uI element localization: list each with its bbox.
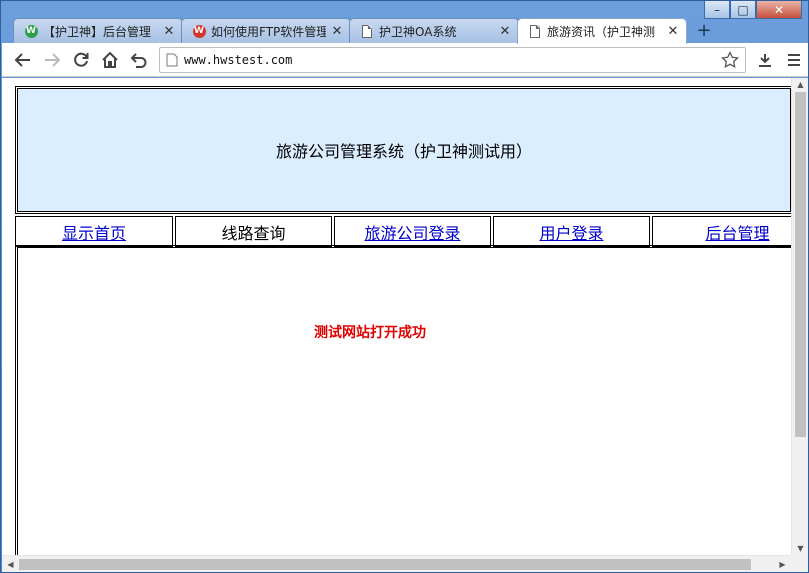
browser-window: – □ ✕ W 【护卫神】后台管理 ✕ W 如何使用FTP软件管理 ✕ 护卫神O…	[0, 0, 809, 573]
web-page: 旅游公司管理系统（护卫神测试用） 显示首页 线路查询 旅游公司登录 用户登录 后…	[15, 86, 793, 247]
maximize-button[interactable]: □	[730, 1, 756, 19]
shield-icon: W	[24, 24, 38, 38]
forward-button[interactable]	[37, 45, 66, 75]
tab-title: 如何使用FTP软件管理	[211, 24, 326, 39]
scroll-right-icon[interactable]: ▶	[774, 556, 791, 572]
close-tab-icon[interactable]: ✕	[498, 24, 512, 39]
nav-item-home: 显示首页	[15, 216, 173, 247]
url-text[interactable]: www.hwstest.com	[184, 53, 721, 67]
document-icon	[528, 25, 542, 39]
home-button[interactable]	[95, 45, 124, 75]
horizontal-scrollbar[interactable]: ◀ ▶	[2, 555, 791, 572]
undo-close-button[interactable]	[124, 45, 153, 75]
download-button[interactable]	[750, 45, 779, 75]
vertical-scroll-thumb[interactable]	[795, 92, 806, 437]
nav-item-user-login: 用户登录	[493, 216, 650, 247]
nav-item-company-login: 旅游公司登录	[334, 216, 491, 247]
scroll-left-icon[interactable]: ◀	[2, 556, 19, 572]
vertical-scrollbar[interactable]: ▲ ▼	[791, 78, 808, 555]
nav-item-admin: 后台管理	[652, 216, 793, 247]
tab-admin[interactable]: W 【护卫神】后台管理 ✕	[13, 18, 183, 43]
tab-oa-system[interactable]: 护卫神OA系统 ✕	[349, 18, 519, 43]
menu-button[interactable]	[779, 45, 808, 75]
header-table: 旅游公司管理系统（护卫神测试用）	[15, 86, 793, 214]
nav-item-route-search: 线路查询	[175, 216, 332, 247]
reload-button[interactable]	[66, 45, 95, 75]
arrow-right-icon	[44, 52, 60, 67]
download-icon	[758, 53, 771, 67]
tab-title: 【护卫神】后台管理	[43, 24, 152, 39]
horizontal-scroll-thumb[interactable]	[19, 559, 751, 570]
tab-travel-news[interactable]: 旅游资讯（护卫神测 ✕	[517, 18, 687, 44]
nav-bar: 显示首页 线路查询 旅游公司登录 用户登录 后台管理	[15, 216, 793, 247]
hamburger-icon	[787, 53, 800, 66]
address-bar[interactable]: www.hwstest.com	[159, 46, 746, 73]
close-tab-icon[interactable]: ✕	[330, 24, 344, 39]
browser-toolbar: www.hwstest.com	[2, 43, 808, 77]
success-message: 测试网站打开成功	[314, 325, 426, 341]
window-controls: – □ ✕	[704, 1, 802, 19]
tab-ftp-guide[interactable]: W 如何使用FTP软件管理 ✕	[181, 18, 351, 43]
page-icon	[166, 53, 178, 66]
document-icon	[360, 24, 374, 38]
tab-title: 旅游资讯（护卫神测	[547, 25, 656, 39]
content-table: 测试网站打开成功	[15, 245, 795, 572]
new-tab-button[interactable]: +	[691, 18, 717, 43]
tab-title: 护卫神OA系统	[379, 24, 457, 39]
close-tab-icon[interactable]: ✕	[666, 24, 680, 39]
star-icon[interactable]	[721, 50, 739, 69]
nav-link-company-login[interactable]: 旅游公司登录	[364, 220, 460, 244]
content-area: 测试网站打开成功	[17, 247, 793, 572]
shield-icon: W	[192, 24, 206, 38]
arrow-left-icon	[14, 52, 30, 67]
back-button[interactable]	[8, 45, 37, 75]
nav-link-home[interactable]: 显示首页	[62, 220, 126, 244]
reload-icon	[73, 52, 88, 67]
home-icon	[101, 51, 118, 68]
minimize-button[interactable]: –	[704, 1, 730, 19]
scroll-up-icon[interactable]: ▲	[792, 78, 808, 91]
scrollbar-corner	[791, 555, 808, 572]
page-title: 旅游公司管理系统（护卫神测试用）	[17, 88, 791, 212]
close-window-button[interactable]: ✕	[756, 1, 802, 19]
nav-link-user-login[interactable]: 用户登录	[539, 220, 603, 244]
close-tab-icon[interactable]: ✕	[162, 24, 176, 39]
scroll-down-icon[interactable]: ▼	[792, 542, 808, 555]
undo-icon	[130, 52, 146, 68]
page-viewport: 旅游公司管理系统（护卫神测试用） 显示首页 线路查询 旅游公司登录 用户登录 后…	[2, 78, 808, 572]
tab-strip: W 【护卫神】后台管理 ✕ W 如何使用FTP软件管理 ✕ 护卫神OA系统 ✕ …	[13, 18, 728, 44]
nav-link-admin[interactable]: 后台管理	[705, 220, 769, 244]
